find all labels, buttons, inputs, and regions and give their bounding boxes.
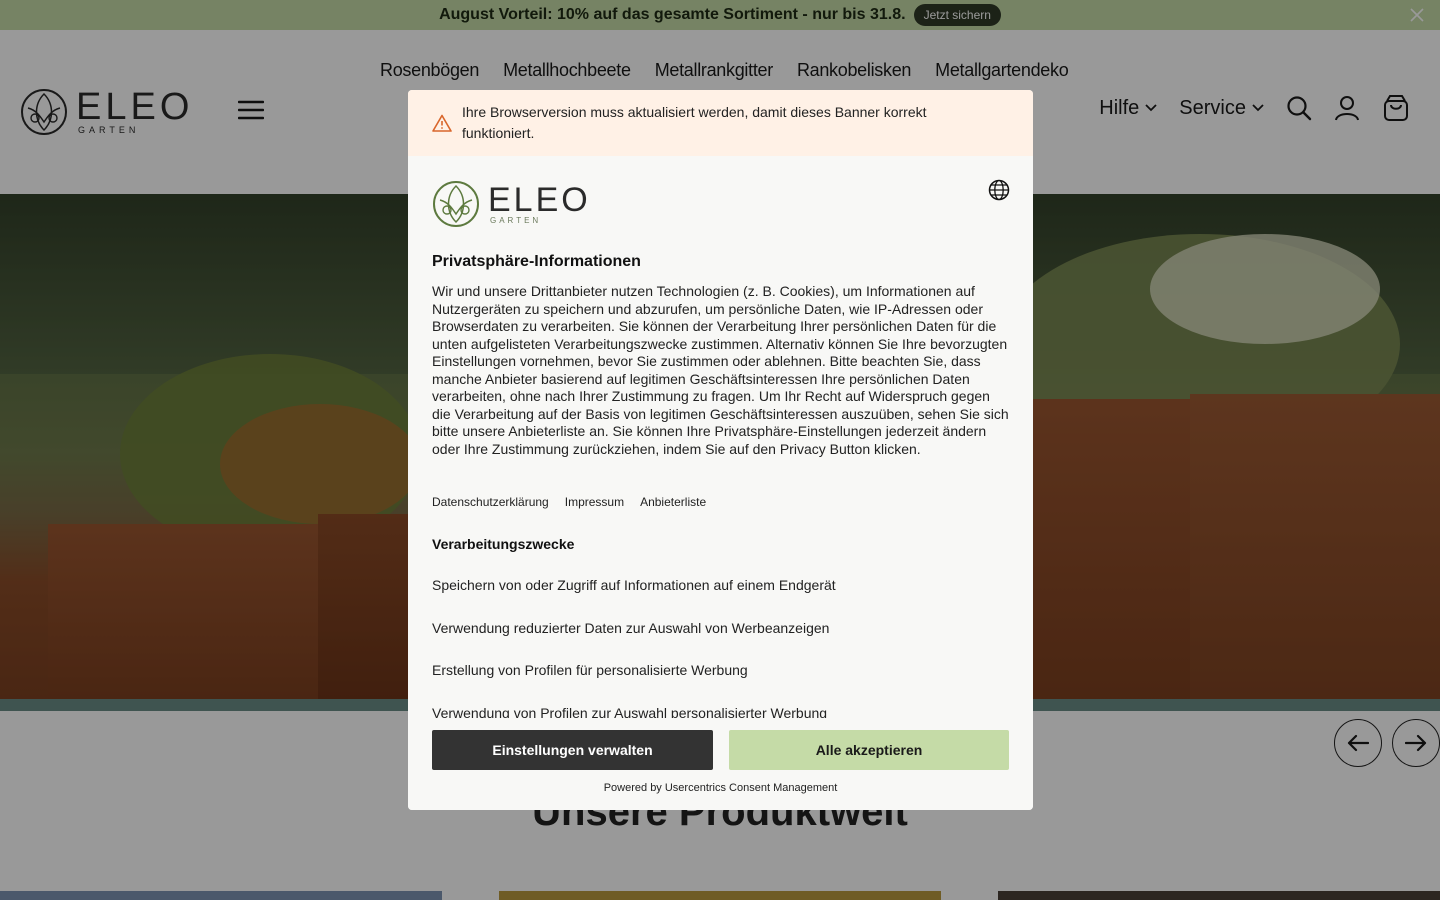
language-globe-icon[interactable]: [988, 179, 1010, 201]
accept-all-button[interactable]: Alle akzeptieren: [729, 730, 1009, 770]
imprint-link[interactable]: Impressum: [565, 495, 624, 509]
purpose-item[interactable]: Erstellung von Profilen für personalisie…: [432, 662, 748, 678]
powered-by-text[interactable]: Powered by Usercentrics Consent Manageme…: [408, 782, 1033, 794]
consent-dialog: Ihre Browserversion muss aktualisiert we…: [408, 90, 1033, 810]
manage-settings-button[interactable]: Einstellungen verwalten: [432, 730, 713, 770]
consent-logo: ELEO GARTEN: [432, 180, 591, 228]
purpose-item[interactable]: Speichern von oder Zugriff auf Informati…: [432, 577, 836, 593]
privacy-policy-link[interactable]: Datenschutzerklärung: [432, 495, 549, 509]
browser-warning: Ihre Browserversion muss aktualisiert we…: [408, 90, 1033, 156]
vendor-list-link[interactable]: Anbieterliste: [640, 495, 706, 509]
warning-text: Ihre Browserversion muss aktualisiert we…: [462, 104, 927, 141]
purpose-item[interactable]: Verwendung reduzierter Daten zur Auswahl…: [432, 620, 829, 636]
purposes-heading: Verarbeitungszwecke: [432, 536, 575, 552]
logo-emblem-icon: [433, 181, 479, 227]
warning-icon: [432, 114, 452, 132]
logo-subtitle: GARTEN: [490, 215, 542, 225]
logo-wordmark: ELEO: [488, 180, 591, 219]
consent-body-text: Wir und unsere Drittanbieter nutzen Tech…: [432, 283, 1009, 457]
consent-button-bar: Einstellungen verwalten Alle akzeptieren…: [408, 718, 1033, 810]
consent-links: Datenschutzerklärung Impressum Anbieterl…: [432, 495, 706, 509]
consent-title: Privatsphäre-Informationen: [432, 253, 641, 270]
